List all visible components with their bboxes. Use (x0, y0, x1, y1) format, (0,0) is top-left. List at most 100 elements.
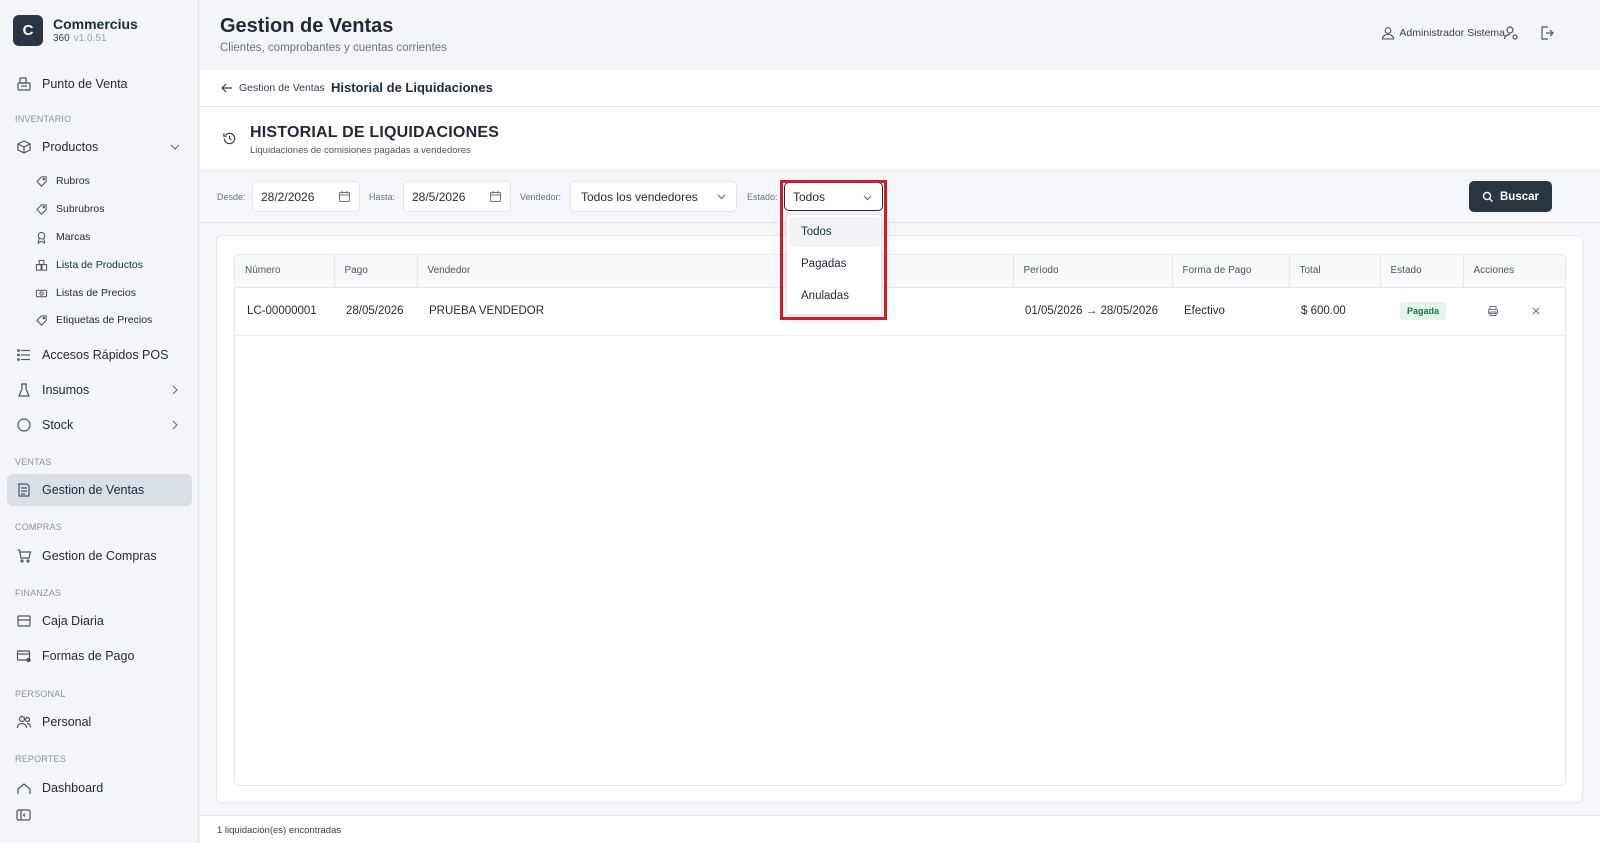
arrow-left-icon (221, 83, 232, 93)
desde-date-input[interactable]: 28/2/2026 (252, 181, 360, 212)
tag-icon (36, 203, 47, 215)
users-icon (16, 715, 32, 729)
section-label-compras: COMPRAS (15, 522, 62, 532)
results-count: 1 liquidación(es) encontradas (217, 825, 342, 836)
col-pago[interactable]: Pago (334, 255, 418, 288)
status-footer: 1 liquidación(es) encontradas (200, 815, 1600, 843)
boxes-icon (35, 259, 48, 271)
cell-vendedor: PRUEBA VENDEDOR (417, 287, 1013, 336)
col-vendedor[interactable]: Vendedor (417, 255, 1014, 288)
estado-option-pagadas[interactable]: Pagadas (789, 249, 881, 279)
chevron-down-icon (863, 195, 872, 201)
col-numero[interactable]: Número (235, 255, 335, 288)
sidebar-item-caja-diaria[interactable]: Caja Diaria (7, 605, 192, 637)
user-menu[interactable]: Administrador Sistema (1381, 26, 1505, 40)
sidebar-subitem-etiquetas-precios[interactable]: Etiquetas de Precios (35, 310, 152, 330)
sidebar-subitem-marcas[interactable]: Marcas (35, 227, 90, 247)
sidebar-item-punto-de-venta[interactable]: Punto de Venta (7, 68, 192, 100)
brand: C Commercius 360 v1.0.51 (13, 15, 138, 46)
calendar-icon[interactable] (338, 190, 351, 203)
calendar-icon[interactable] (489, 190, 502, 203)
col-forma-pago[interactable]: Forma de Pago (1172, 255, 1290, 288)
col-periodo[interactable]: Período (1013, 255, 1173, 288)
sidebar-item-stock[interactable]: Stock (7, 409, 192, 441)
sidebar-item-personal[interactable]: Personal (7, 706, 192, 738)
sidebar-label: Stock (42, 418, 74, 432)
chevron-down-icon (717, 194, 726, 200)
sidebar-item-dashboard[interactable]: Dashboard (7, 772, 192, 794)
sidebar-label: Insumos (42, 383, 90, 397)
close-icon[interactable] (1530, 305, 1542, 317)
cart-icon (17, 549, 32, 563)
vendedor-value: Todos los vendedores (581, 189, 698, 204)
hasta-date-input[interactable]: 28/5/2026 (403, 181, 511, 212)
pos-register-icon (17, 77, 31, 91)
section-header: HISTORIAL DE LIQUIDACIONES Liquidaciones… (200, 107, 1600, 171)
tag-icon (36, 175, 47, 187)
section-label-reportes: REPORTES (15, 754, 66, 764)
sidebar-subitem-rubros[interactable]: Rubros (35, 171, 90, 191)
vendedor-select[interactable]: Todos los vendedores (570, 181, 737, 212)
sidebar-label: Caja Diaria (42, 614, 104, 628)
money-icon (35, 289, 48, 297)
table-header-row: Número Pago Vendedor Período Forma de Pa… (235, 255, 1565, 288)
tag-icon (36, 314, 47, 326)
section-subtitle: Liquidaciones de comisiones pagadas a ve… (250, 145, 471, 156)
estado-option-todos[interactable]: Todos (789, 217, 881, 247)
estado-select[interactable]: Todos (784, 182, 883, 211)
sidebar: C Commercius 360 v1.0.51 Punto de Venta I… (0, 0, 199, 843)
print-icon[interactable] (1487, 305, 1499, 317)
sidebar-subitem-listas-precios[interactable]: Listas de Precios (35, 283, 136, 303)
chevron-right-icon (172, 385, 178, 395)
award-icon (37, 231, 46, 244)
chevron-down-icon (170, 144, 180, 150)
sidebar-sublabel: Rubros (56, 175, 90, 187)
table-row[interactable]: LC-00000001 28/05/2026 PRUEBA VENDEDOR 0… (235, 287, 1565, 336)
sidebar-label: Gestion de Compras (42, 549, 157, 563)
brand-name: Commercius (53, 16, 138, 32)
section-label-ventas: VENTAS (15, 457, 52, 467)
breadcrumb-back-label: Gestion de Ventas (239, 82, 325, 94)
liquidaciones-table: Número Pago Vendedor Período Forma de Pa… (234, 254, 1566, 786)
sidebar-item-productos[interactable]: Productos (7, 131, 192, 163)
user-settings-icon[interactable] (1503, 25, 1519, 41)
sidebar-subitem-lista-productos[interactable]: Lista de Productos (35, 255, 143, 275)
section-label-finanzas: FINANZAS (15, 588, 62, 598)
sidebar-collapse-icon[interactable] (16, 808, 31, 822)
sidebar-item-formas-pago[interactable]: Formas de Pago (7, 640, 192, 672)
sidebar-item-accesos-rapidos[interactable]: Accesos Rápidos POS (7, 339, 192, 371)
cash-register-icon (17, 615, 31, 627)
sidebar-sublabel: Marcas (56, 231, 91, 243)
sidebar-item-gestion-compras[interactable]: Gestion de Compras (7, 540, 192, 572)
sidebar-item-gestion-ventas[interactable]: Gestion de Ventas (7, 474, 192, 506)
breadcrumb: Gestion de Ventas Historial de Liquidaci… (200, 70, 1600, 107)
chevron-right-icon (172, 420, 178, 430)
col-acciones: Acciones (1463, 255, 1565, 288)
user-icon (1382, 27, 1395, 40)
sidebar-sublabel: Listas de Precios (56, 287, 136, 299)
cell-pago: 28/05/2026 (334, 287, 417, 336)
flask-icon (18, 383, 30, 397)
sidebar-label: Accesos Rápidos POS (42, 348, 169, 362)
estado-value: Todos (793, 189, 826, 204)
sidebar-subitem-subrubros[interactable]: Subrubros (35, 199, 104, 219)
logout-icon[interactable] (1539, 25, 1555, 41)
cell-total: $ 600.00 (1289, 287, 1380, 336)
history-icon (223, 132, 236, 145)
col-total[interactable]: Total (1289, 255, 1381, 288)
breadcrumb-current: Historial de Liquidaciones (331, 80, 493, 95)
estado-label: Estado: (747, 192, 778, 202)
estado-option-anuladas[interactable]: Anuladas (789, 281, 881, 311)
page-header: Gestion de Ventas Clientes, comprobantes… (200, 0, 1600, 70)
col-estado[interactable]: Estado (1380, 255, 1464, 288)
sidebar-sublabel: Etiquetas de Precios (56, 314, 153, 326)
buscar-button[interactable]: Buscar (1469, 181, 1552, 212)
status-badge: Pagada (1400, 302, 1447, 320)
breadcrumb-back-link[interactable]: Gestion de Ventas (220, 81, 325, 95)
desde-value: 28/2/2026 (261, 189, 315, 204)
sidebar-sublabel: Subrubros (56, 203, 105, 215)
section-label-personal: PERSONAL (15, 689, 66, 699)
brand-version: v1.0.51 (73, 33, 107, 44)
cell-acciones (1463, 287, 1565, 336)
sidebar-item-insumos[interactable]: Insumos (7, 374, 192, 406)
